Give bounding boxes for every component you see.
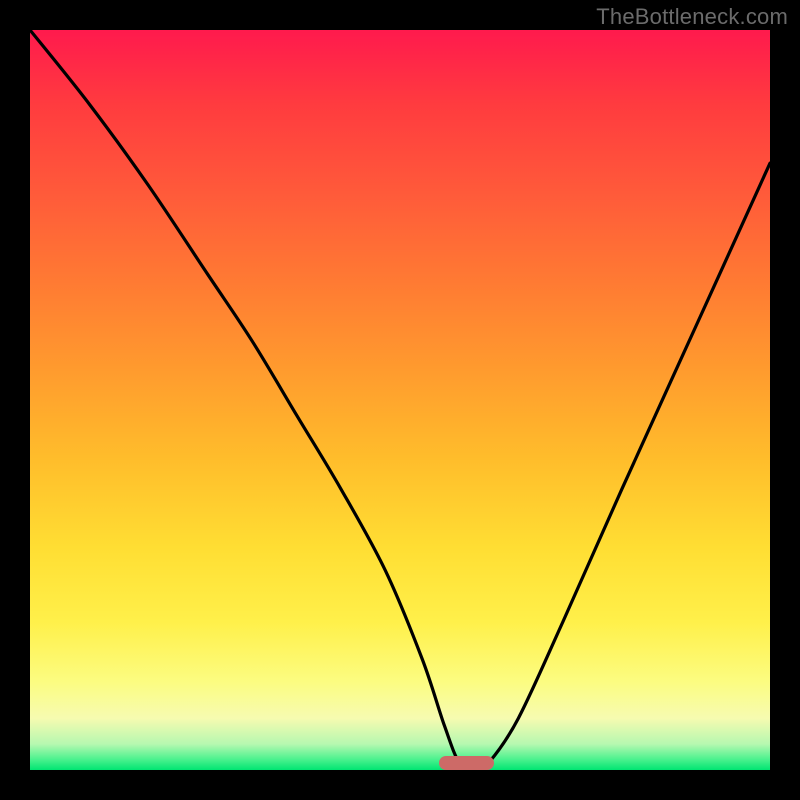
- optimal-marker: [439, 756, 495, 770]
- plot-area: [30, 30, 770, 770]
- bottleneck-curve: [30, 30, 770, 770]
- chart-frame: TheBottleneck.com: [0, 0, 800, 800]
- watermark-text: TheBottleneck.com: [596, 4, 788, 30]
